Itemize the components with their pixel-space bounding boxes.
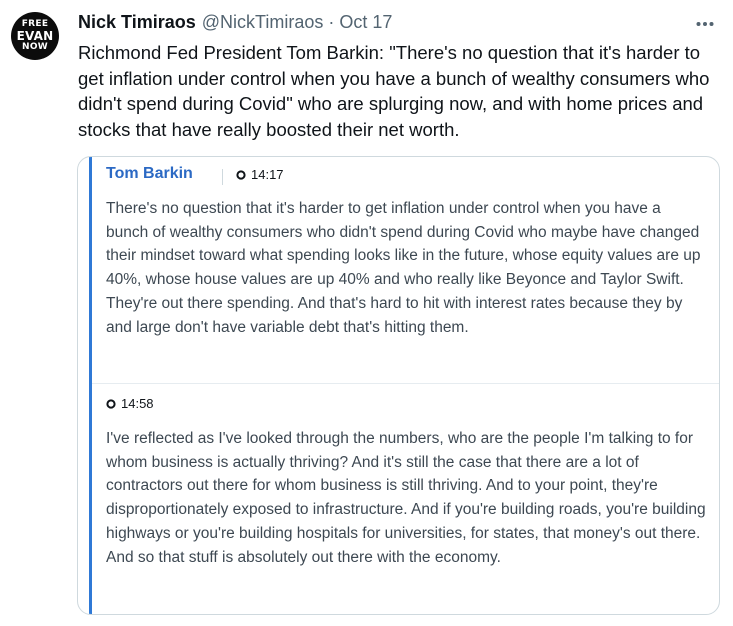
tweet-text: Richmond Fed President Tom Barkin: "Ther… — [78, 42, 710, 140]
clip-time-label: 14:17 — [251, 167, 284, 182]
avatar-text-line1: FREE — [21, 19, 49, 29]
more-options-button[interactable] — [691, 14, 719, 34]
quote-accent-bar — [89, 157, 92, 614]
clock-icon — [106, 398, 116, 409]
clip-divider — [92, 383, 719, 384]
avatar-text-line3: NOW — [21, 42, 48, 52]
clip-timestamp[interactable]: 14:58 — [106, 396, 154, 411]
avatar-text-line2: EVAN — [16, 29, 54, 43]
tweet-date[interactable]: Oct 17 — [339, 12, 392, 33]
avatar[interactable]: FREE EVAN NOW — [11, 12, 59, 60]
clip-transcript: I've reflected as I've looked through th… — [106, 430, 706, 566]
author-handle[interactable]: @NickTimiraos — [202, 12, 324, 33]
quote-speaker-name[interactable]: Tom Barkin — [106, 165, 193, 183]
clip-transcript: There's no question that it's harder to … — [106, 200, 701, 336]
header-divider — [222, 169, 223, 185]
quote-card[interactable]: Tom Barkin 14:17 There's no question tha… — [77, 156, 720, 615]
tweet: FREE EVAN NOW Nick Timiraos @NickTimirao… — [0, 0, 733, 626]
author-name[interactable]: Nick Timiraos — [78, 12, 196, 33]
tweet-header: Nick Timiraos @NickTimiraos · Oct 17 — [78, 12, 392, 33]
header-separator: · — [328, 12, 335, 32]
clip-timestamp[interactable]: 14:17 — [236, 167, 284, 182]
clock-icon — [236, 169, 246, 180]
more-horizontal-icon — [696, 22, 714, 26]
clip-time-label: 14:58 — [121, 396, 154, 411]
